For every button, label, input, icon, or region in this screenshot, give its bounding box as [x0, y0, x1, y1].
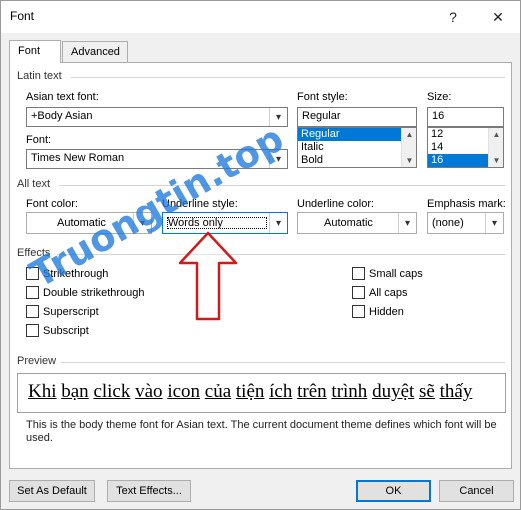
checkbox-label: Hidden [369, 305, 404, 318]
preview-word: icon [167, 381, 201, 402]
scroll-up-icon[interactable]: ▲ [489, 128, 503, 141]
font-color-value: Automatic [57, 217, 106, 229]
checkbox-label: Small caps [369, 267, 423, 280]
tab-advanced[interactable]: Advanced [62, 41, 128, 63]
preview-box: Khi bạn click vào icon của tiện ích trên… [17, 373, 506, 413]
checkbox-box[interactable] [26, 286, 39, 299]
cancel-button[interactable]: Cancel [439, 480, 514, 502]
scroll-down-icon[interactable]: ▼ [402, 154, 416, 167]
list-item[interactable]: Bold [298, 154, 416, 167]
font-combo[interactable]: Times New Roman ▾ [26, 149, 288, 169]
size-value: 16 [432, 110, 445, 122]
size-scrollbar[interactable]: ▲ ▼ [488, 128, 503, 167]
preview-word: tiện [235, 381, 265, 402]
font-style-list[interactable]: Regular Italic Bold ▲ ▼ [297, 127, 417, 168]
scroll-down-icon[interactable]: ▼ [489, 154, 503, 167]
text-effects-button[interactable]: Text Effects... [107, 480, 191, 502]
font-style-input[interactable]: Regular [297, 107, 417, 127]
separator [71, 77, 505, 78]
checkbox-box[interactable] [26, 324, 39, 337]
font-style-value: Regular [302, 110, 341, 122]
checkbox-label: Double strikethrough [43, 286, 145, 299]
separator [59, 185, 505, 186]
latin-text-heading: Latin text [17, 70, 62, 82]
tab-font-label: Font [18, 45, 41, 57]
font-value: Times New Roman [31, 152, 125, 164]
set-as-default-button[interactable]: Set As Default [9, 480, 95, 502]
preview-word: duyệt [372, 381, 415, 402]
preview-description: This is the body theme font for Asian te… [26, 419, 497, 444]
underline-color-select[interactable]: Automatic ▾ [297, 212, 417, 234]
tab-font[interactable]: Font [9, 40, 61, 63]
subscript-checkbox[interactable]: Subscript [26, 324, 89, 337]
checkbox-box[interactable] [26, 267, 39, 280]
title-bar: Font ? ✕ [1, 1, 520, 33]
font-style-scrollbar[interactable]: ▲ ▼ [401, 128, 416, 167]
preview-text: Khi bạn click vào icon của tiện ích trên… [28, 381, 472, 403]
preview-word: trên [297, 381, 327, 402]
chevron-down-icon[interactable]: ▾ [269, 150, 287, 168]
emphasis-mark-select[interactable]: (none) ▾ [427, 212, 504, 234]
checkbox-label: Superscript [43, 305, 99, 318]
preview-word: vào [135, 381, 163, 402]
checkbox-label: Subscript [43, 324, 89, 337]
superscript-checkbox[interactable]: Superscript [26, 305, 99, 318]
small-caps-checkbox[interactable]: Small caps [352, 267, 423, 280]
checkbox-box[interactable] [352, 267, 365, 280]
close-icon[interactable]: ✕ [486, 5, 510, 29]
preview-word: click [93, 381, 131, 402]
all-caps-checkbox[interactable]: All caps [352, 286, 408, 299]
preview-word: trình [331, 381, 368, 402]
strikethrough-checkbox[interactable]: Strikethrough [26, 267, 108, 280]
preview-word: của [204, 381, 232, 402]
scroll-up-icon[interactable]: ▲ [402, 128, 416, 141]
emphasis-mark-label: Emphasis mark: [427, 198, 506, 210]
font-color-label: Font color: [26, 198, 78, 210]
asian-font-value: +Body Asian [31, 110, 93, 122]
effects-heading: Effects [17, 247, 51, 259]
chevron-down-icon[interactable]: ▾ [485, 213, 503, 233]
preview-word: bạn [61, 381, 89, 402]
list-item[interactable]: Regular [298, 128, 416, 141]
red-arrow-annotation [178, 231, 238, 321]
preview-word: thấy [439, 381, 473, 402]
preview-word: sẽ [419, 381, 435, 402]
checkbox-box[interactable] [352, 305, 365, 318]
size-label: Size: [427, 91, 452, 103]
tab-advanced-label: Advanced [71, 46, 120, 58]
list-item[interactable]: Italic [298, 141, 416, 154]
preview-word: ích [269, 381, 293, 402]
help-icon[interactable]: ? [441, 5, 465, 29]
underline-color-label: Underline color: [297, 198, 375, 210]
asian-font-label: Asian text font: [26, 91, 99, 103]
size-input[interactable]: 16 [427, 107, 504, 127]
emphasis-mark-value: (none) [432, 217, 464, 229]
asian-font-combo[interactable]: +Body Asian ▾ [26, 107, 288, 127]
checkbox-label: All caps [369, 286, 408, 299]
separator [61, 362, 505, 363]
all-text-heading: All text [17, 178, 51, 190]
ok-button[interactable]: OK [356, 480, 431, 502]
chevron-down-icon[interactable]: ▾ [133, 213, 151, 233]
underline-style-label: Underline style: [162, 198, 238, 210]
checkbox-box[interactable] [26, 305, 39, 318]
checkbox-box[interactable] [352, 286, 365, 299]
font-label: Font: [26, 134, 52, 146]
preview-word: Khi [28, 381, 57, 402]
size-list[interactable]: 12 14 16 ▲ ▼ [427, 127, 504, 168]
font-style-label: Font style: [297, 91, 348, 103]
checkbox-label: Strikethrough [43, 267, 109, 280]
underline-color-value: Automatic [324, 217, 373, 229]
hidden-checkbox[interactable]: Hidden [352, 305, 404, 318]
font-color-select[interactable]: Automatic ▾ [26, 212, 152, 234]
dialog-title: Font [10, 9, 35, 23]
chevron-down-icon[interactable]: ▾ [269, 108, 287, 126]
double-strikethrough-checkbox[interactable]: Double strikethrough [26, 286, 145, 299]
separator [57, 254, 505, 255]
preview-heading: Preview [17, 355, 57, 367]
chevron-down-icon[interactable]: ▾ [398, 213, 416, 233]
font-dialog: Font ? ✕ Font Advanced Latin text Asian … [0, 0, 521, 510]
chevron-down-icon[interactable]: ▾ [269, 213, 287, 233]
